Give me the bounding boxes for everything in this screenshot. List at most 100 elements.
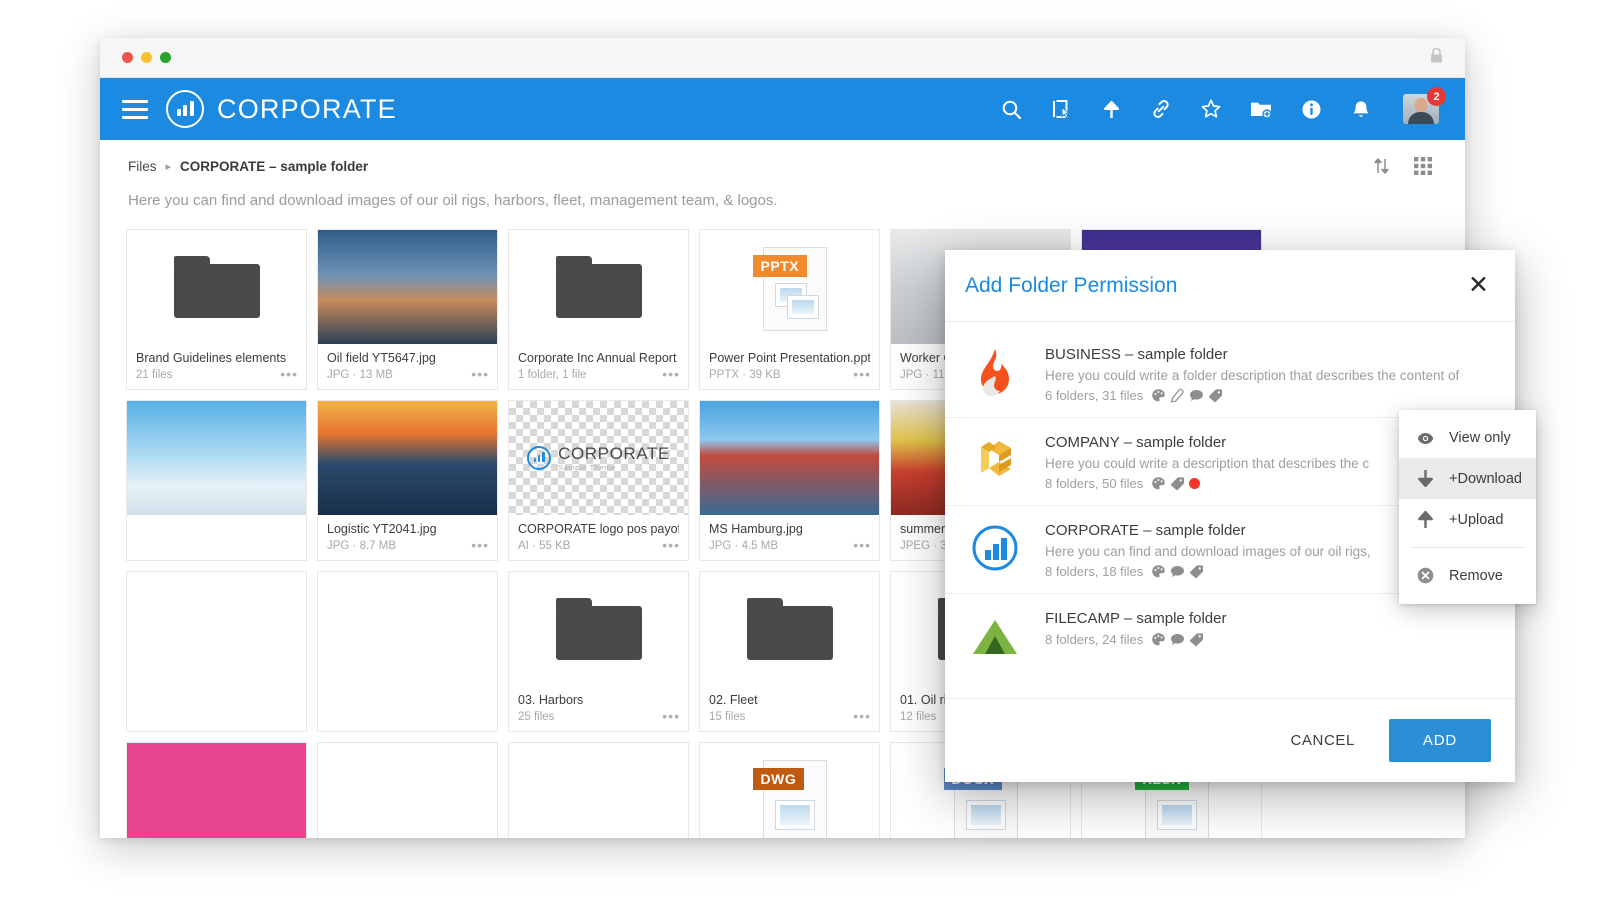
tag-icon — [1189, 564, 1204, 579]
breadcrumb-root[interactable]: Files — [128, 159, 157, 174]
add-button[interactable]: ADD — [1389, 719, 1491, 762]
window-traffic-lights — [122, 52, 171, 63]
folder-stat-icons — [1151, 476, 1200, 491]
file-subtitle: 15 files — [709, 711, 870, 723]
file-card[interactable]: PPTXPower Point Presentation.pptxPPTX · … — [699, 229, 880, 390]
search-icon[interactable] — [999, 97, 1023, 121]
folder-counts: 6 folders, 31 files — [1045, 388, 1143, 403]
menu-item-download[interactable]: +Download — [1399, 458, 1536, 499]
comment-icon — [1170, 564, 1185, 579]
cancel-button[interactable]: CANCEL — [1272, 720, 1372, 761]
pptx-file-icon: PPTX — [753, 243, 827, 331]
sort-updown-icon[interactable] — [1369, 154, 1393, 178]
app-header: CORPORATE — [100, 78, 1465, 140]
close-window-dot[interactable] — [122, 52, 133, 63]
file-card[interactable]: DWG — [699, 742, 880, 838]
upload-icon[interactable] — [1099, 97, 1123, 121]
company-c-icon — [967, 432, 1023, 488]
file-options-button[interactable]: ••• — [853, 709, 871, 723]
folder-icon — [747, 598, 833, 660]
new-folder-icon[interactable] — [1249, 97, 1273, 121]
file-card[interactable] — [317, 742, 498, 838]
file-meta: 03. Harbors25 files••• — [509, 686, 688, 731]
info-icon[interactable] — [1299, 97, 1323, 121]
grid-view-icon[interactable] — [1411, 154, 1435, 178]
close-icon[interactable]: ✕ — [1468, 273, 1489, 298]
dialog-header: Add Folder Permission ✕ — [945, 250, 1515, 322]
file-thumbnail-area — [509, 230, 688, 344]
file-options-button[interactable]: ••• — [662, 709, 680, 723]
menu-item-label: +Download — [1449, 471, 1522, 487]
link-icon[interactable] — [1149, 97, 1173, 121]
file-thumbnail-area — [700, 401, 879, 515]
file-card[interactable]: InDesign documentINDD · 1 MB••• — [126, 742, 307, 838]
folder-description: Here you can find and download images of… — [100, 178, 1465, 209]
file-card[interactable]: Oil field YT5647.jpgJPG · 13 MB••• — [317, 229, 498, 390]
view-controls — [1369, 154, 1435, 178]
file-card[interactable]: MS Hamburg.jpgJPG · 4.5 MB••• — [699, 400, 880, 561]
avatar[interactable]: 2 — [1403, 94, 1439, 124]
folder-counts: 8 folders, 18 files — [1045, 564, 1143, 579]
file-options-button[interactable]: ••• — [662, 367, 680, 381]
folder-icon — [556, 256, 642, 318]
menu-item-upload[interactable]: +Upload — [1399, 499, 1536, 540]
file-name: Corporate Inc Annual Report — [518, 351, 679, 365]
minimize-window-dot[interactable] — [141, 52, 152, 63]
hamburger-menu-icon[interactable] — [122, 95, 148, 124]
file-options-button[interactable]: ••• — [853, 538, 871, 552]
dwg-file-icon: DWG — [753, 756, 827, 838]
file-name: 03. Harbors — [518, 693, 679, 707]
star-icon[interactable] — [1199, 97, 1223, 121]
comment-icon — [1189, 388, 1204, 403]
file-card[interactable]: CORPORATESample ThemeCORPORATE logo pos … — [508, 400, 689, 561]
file-card[interactable] — [126, 400, 307, 561]
file-thumbnail-area — [318, 401, 497, 515]
file-thumbnail-area — [127, 230, 306, 344]
tag-icon — [1208, 388, 1223, 403]
file-thumbnail-area — [700, 572, 879, 686]
file-thumbnail-area — [127, 401, 306, 515]
menu-item-remove[interactable]: Remove — [1399, 555, 1536, 596]
brand-logo[interactable]: CORPORATE — [166, 90, 397, 128]
maximize-window-dot[interactable] — [160, 52, 171, 63]
breadcrumb-separator: ▸ — [166, 160, 172, 173]
remove-circle-x-icon — [1415, 567, 1435, 584]
file-name: Brand Guidelines elements — [136, 351, 297, 365]
file-thumbnail — [318, 230, 497, 344]
file-card[interactable] — [508, 742, 689, 838]
bell-icon[interactable] — [1349, 97, 1373, 121]
file-options-button[interactable]: ••• — [471, 367, 489, 381]
file-card[interactable]: Corporate Inc Annual Report1 folder, 1 f… — [508, 229, 689, 390]
eye-icon — [1415, 432, 1435, 445]
folder-stat-icons — [1151, 632, 1204, 647]
download-arrow-icon — [1415, 470, 1435, 487]
breadcrumb-current[interactable]: CORPORATE – sample folder — [180, 159, 368, 174]
file-subtitle: 21 files — [136, 369, 297, 381]
file-card[interactable] — [317, 571, 498, 732]
folder-icon — [174, 256, 260, 318]
file-card[interactable]: 02. Fleet15 files••• — [699, 571, 880, 732]
file-options-button[interactable]: ••• — [471, 538, 489, 552]
file-name: MS Hamburg.jpg — [709, 522, 870, 536]
menu-item-label: +Upload — [1449, 512, 1503, 528]
file-thumbnail-area — [318, 572, 497, 686]
file-options-button[interactable]: ••• — [280, 367, 298, 381]
file-meta: 02. Fleet15 files••• — [700, 686, 879, 731]
file-options-button[interactable]: ••• — [662, 538, 680, 552]
permission-folder-row[interactable]: FILECAMP – sample folder8 folders, 24 fi… — [945, 594, 1515, 678]
palette-icon — [1151, 632, 1166, 647]
file-card[interactable]: Brand Guidelines elements 21 files••• — [126, 229, 307, 390]
file-options-button[interactable]: ••• — [853, 367, 871, 381]
file-meta: Logistic YT2041.jpgJPG · 8.7 MB••• — [318, 515, 497, 560]
file-name: Power Point Presentation.pptx — [709, 351, 870, 365]
file-card[interactable]: 03. Harbors25 files••• — [508, 571, 689, 732]
file-thumbnail — [127, 743, 306, 838]
permission-folder-row[interactable]: BUSINESS – sample folderHere you could w… — [945, 330, 1515, 418]
folder-name: BUSINESS – sample folder — [1045, 346, 1495, 363]
file-card[interactable] — [126, 571, 307, 732]
select-files-icon[interactable] — [1049, 97, 1073, 121]
filecamp-triangle-icon — [967, 608, 1023, 664]
menu-item-viewonly[interactable]: View only — [1399, 418, 1536, 458]
header-toolbar: 2 — [999, 94, 1439, 124]
file-card[interactable]: Logistic YT2041.jpgJPG · 8.7 MB••• — [317, 400, 498, 561]
